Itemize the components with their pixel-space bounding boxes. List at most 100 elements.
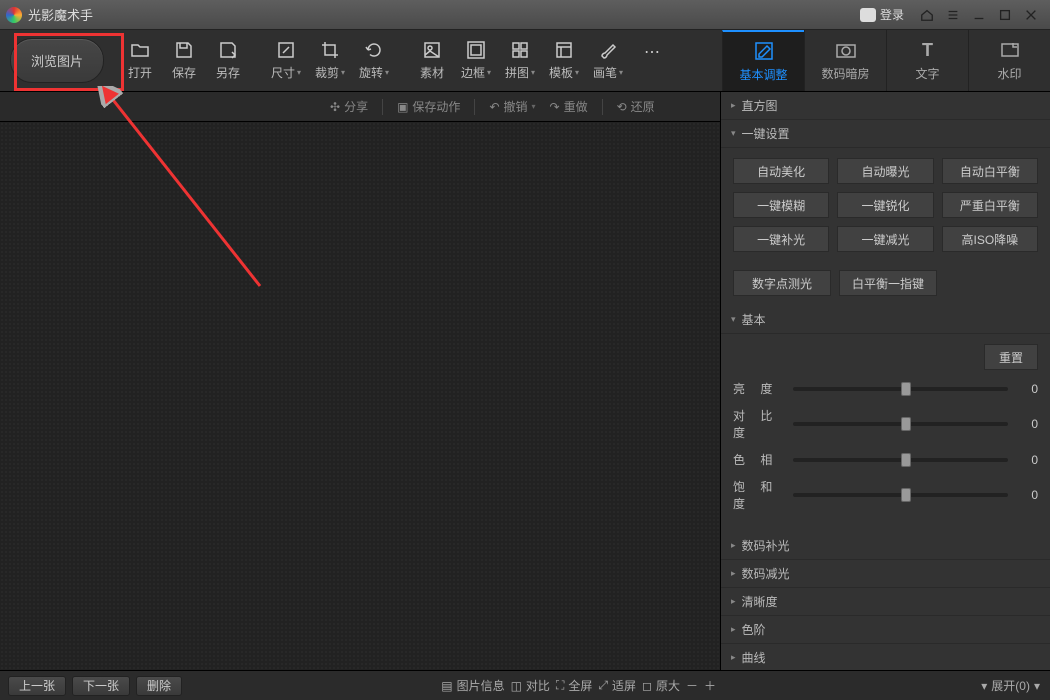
save-icon — [174, 40, 194, 60]
tab-text[interactable]: T文字 — [886, 30, 968, 91]
undo-button[interactable]: ↶撤销▾ — [489, 98, 535, 115]
fit-screen-button[interactable]: ⤢适屏 — [598, 677, 636, 694]
expand-panel-button[interactable]: ▾展开(0)▾ — [981, 677, 1040, 694]
section-histogram[interactable]: ▸直方图 — [721, 92, 1050, 120]
slider-track[interactable] — [793, 493, 1008, 497]
section-collapsed-0[interactable]: ▸数码补光 — [721, 532, 1050, 560]
saveas-icon — [218, 40, 238, 60]
original-size-button[interactable]: ◻原大 — [642, 677, 680, 694]
slider-value: 0 — [1018, 488, 1038, 502]
slider-thumb[interactable] — [901, 382, 911, 396]
oneclick-btn-6[interactable]: 一键补光 — [733, 226, 829, 252]
slider-row-0: 亮 度0 — [733, 380, 1038, 397]
slider-track[interactable] — [793, 458, 1008, 462]
login-label: 登录 — [880, 6, 904, 23]
text-icon: T — [917, 39, 939, 61]
browse-images-button[interactable]: 浏览图片 — [10, 38, 104, 83]
image-info-button[interactable]: ▤图片信息 — [441, 677, 504, 694]
fit-icon: ⤢ — [598, 678, 608, 693]
tab-watermark[interactable]: 水印 — [968, 30, 1050, 91]
restore-icon: ⟲ — [617, 100, 627, 114]
oneclick-btn-4[interactable]: 一键锐化 — [837, 192, 933, 218]
slider-thumb[interactable] — [901, 488, 911, 502]
more-icon: ⋯ — [642, 42, 662, 62]
slider-label: 色 相 — [733, 451, 783, 468]
next-image-button[interactable]: 下一张 — [72, 676, 130, 696]
slider-track[interactable] — [793, 422, 1008, 426]
fullscreen-button[interactable]: ⛶全屏 — [556, 677, 592, 694]
brush-icon — [598, 40, 618, 60]
share-button[interactable]: ✣分享 — [330, 98, 368, 115]
section-collapsed-3[interactable]: ▸色阶 — [721, 616, 1050, 644]
oneclick-btn-1[interactable]: 自动曝光 — [837, 158, 933, 184]
slider-label: 对 比 度 — [733, 407, 783, 441]
adjust-icon — [753, 40, 775, 62]
section-collapsed-1[interactable]: ▸数码减光 — [721, 560, 1050, 588]
save-button[interactable]: 保存 — [162, 40, 206, 81]
slider-value: 0 — [1018, 453, 1038, 467]
chevron-down-icon: ▾ — [1034, 679, 1040, 693]
more-button[interactable]: ⋯ — [630, 42, 674, 80]
home-button[interactable] — [914, 5, 940, 25]
save-action-icon: ▣ — [397, 100, 408, 114]
compare-button[interactable]: ◫对比 — [511, 677, 550, 694]
collapse-icon: ▸ — [731, 624, 736, 635]
user-icon — [860, 8, 876, 22]
reset-button[interactable]: 重置 — [984, 344, 1038, 370]
minimize-button[interactable] — [966, 5, 992, 25]
slider-track[interactable] — [793, 387, 1008, 391]
oneclick-btn-5[interactable]: 严重白平衡 — [942, 192, 1038, 218]
rotate-button[interactable]: 旋转▾ — [352, 40, 396, 81]
saveas-button[interactable]: 另存 — [206, 40, 250, 81]
oneclick-btn-8[interactable]: 高ISO降噪 — [942, 226, 1038, 252]
zoom-out-button[interactable]: － — [686, 677, 698, 694]
expand-icon: ▾ — [731, 314, 736, 325]
slider-label: 饱 和 度 — [733, 478, 783, 512]
delete-image-button[interactable]: 删除 — [136, 676, 182, 696]
material-button[interactable]: 素材 — [410, 40, 454, 81]
frame-button[interactable]: 边框▾ — [454, 40, 498, 81]
maximize-button[interactable] — [992, 5, 1018, 25]
collapse-icon: ▸ — [731, 652, 736, 663]
expand-icon: ▾ — [731, 128, 736, 139]
section-collapsed-2[interactable]: ▸清晰度 — [721, 588, 1050, 616]
undo-icon: ↶ — [489, 100, 499, 114]
section-basic[interactable]: ▾基本 — [721, 306, 1050, 334]
size-icon — [276, 40, 296, 60]
section-collapsed-4[interactable]: ▸曲线 — [721, 644, 1050, 670]
open-button[interactable]: 打开 — [118, 40, 162, 81]
slider-thumb[interactable] — [901, 417, 911, 431]
crop-button[interactable]: 裁剪▾ — [308, 40, 352, 81]
prev-image-button[interactable]: 上一张 — [8, 676, 66, 696]
menu-button[interactable] — [940, 5, 966, 25]
login-button[interactable]: 登录 — [860, 6, 904, 23]
save-action-button[interactable]: ▣保存动作 — [397, 98, 460, 115]
oneclick-extra-1[interactable]: 白平衡一指键 — [839, 270, 937, 296]
zoom-in-button[interactable]: ＋ — [704, 677, 716, 694]
share-icon: ✣ — [330, 100, 340, 114]
tab-basic-adjust[interactable]: 基本调整 — [722, 30, 804, 91]
frame-icon — [466, 40, 486, 60]
close-button[interactable] — [1018, 5, 1044, 25]
brush-button[interactable]: 画笔▾ — [586, 40, 630, 81]
oneclick-extra-0[interactable]: 数字点测光 — [733, 270, 831, 296]
size-button[interactable]: 尺寸▾ — [264, 40, 308, 81]
browse-label: 浏览图片 — [31, 51, 83, 70]
redo-button[interactable]: ↷重做 — [550, 98, 588, 115]
slider-row-3: 饱 和 度 0 — [733, 478, 1038, 512]
section-oneclick[interactable]: ▾一键设置 — [721, 120, 1050, 148]
oneclick-btn-7[interactable]: 一键减光 — [837, 226, 933, 252]
template-button[interactable]: 模板▾ — [542, 40, 586, 81]
collage-button[interactable]: 拼图▾ — [498, 40, 542, 81]
oneclick-btn-0[interactable]: 自动美化 — [733, 158, 829, 184]
canvas-area[interactable] — [0, 122, 720, 670]
oneclick-btn-3[interactable]: 一键模糊 — [733, 192, 829, 218]
tab-darkroom[interactable]: 数码暗房 — [804, 30, 886, 91]
collapse-icon: ▸ — [731, 596, 736, 607]
oneclick-btn-2[interactable]: 自动白平衡 — [942, 158, 1038, 184]
slider-thumb[interactable] — [901, 453, 911, 467]
material-icon — [422, 40, 442, 60]
camera-icon — [835, 39, 857, 61]
template-icon — [554, 40, 574, 60]
restore-button[interactable]: ⟲还原 — [617, 98, 655, 115]
